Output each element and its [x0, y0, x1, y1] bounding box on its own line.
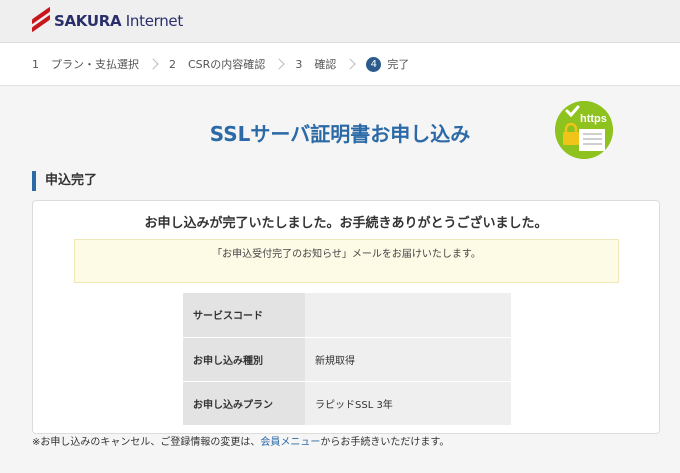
chevron-right-icon — [273, 58, 285, 70]
badge-text: https — [580, 113, 607, 125]
detail-value — [305, 293, 511, 338]
email-notice: 「お申込受付完了のお知らせ」メールをお届けいたします。 — [74, 239, 619, 283]
https-ssl-badge-icon: https — [555, 101, 613, 159]
chevron-right-icon — [147, 58, 159, 70]
completion-card: お申し込みが完了いたしました。お手続きありがとうございました。 「お申込受付完了… — [32, 200, 660, 434]
step-label: プラン・支払選択 — [51, 58, 139, 71]
step-number: 2 — [169, 57, 176, 71]
detail-label: お申し込み種別 — [183, 337, 305, 382]
step-1: 1 プラン・支払選択 — [32, 56, 139, 72]
step-4-current: 4 完了 — [366, 56, 409, 72]
detail-label: お申し込みプラン — [183, 381, 305, 426]
step-label: 確認 — [314, 58, 337, 71]
brand-name: SAKURA Internet — [54, 12, 183, 30]
detail-value: 新規取得 — [305, 337, 511, 382]
table-row: サービスコード — [183, 293, 511, 338]
site-header: SAKURA Internet — [0, 0, 680, 43]
step-2: 2 CSRの内容確認 — [169, 56, 265, 72]
order-details-table: サービスコード お申し込み種別 新規取得 お申し込みプラン ラピッドSSL 3年 — [183, 293, 511, 426]
step-label: CSRの内容確認 — [188, 58, 266, 71]
member-menu-link[interactable]: 会員メニュー — [260, 437, 320, 448]
sakura-logo[interactable]: SAKURA Internet — [32, 6, 183, 33]
section-heading: 申込完了 — [32, 171, 97, 191]
step-number-active: 4 — [366, 56, 382, 72]
chevron-right-icon — [344, 58, 356, 70]
step-3: 3 確認 — [295, 56, 336, 72]
sakura-logo-icon — [32, 6, 50, 33]
progress-steps: 1 プラン・支払選択 2 CSRの内容確認 3 確認 4 完了 — [0, 43, 680, 86]
table-row: お申し込み種別 新規取得 — [183, 337, 511, 382]
step-number: 3 — [295, 57, 303, 71]
footer-note: ※お申し込みのキャンセル、ご登録情報の変更は、会員メニューからお手続きいただけま… — [32, 437, 450, 448]
table-row: お申し込みプラン ラピッドSSL 3年 — [183, 381, 511, 426]
completion-message: お申し込みが完了いたしました。お手続きありがとうございました。 — [144, 216, 548, 231]
detail-value: ラピッドSSL 3年 — [305, 381, 511, 426]
detail-label: サービスコード — [183, 293, 305, 338]
step-label: 完了 — [387, 58, 410, 71]
step-number: 1 — [32, 57, 39, 71]
